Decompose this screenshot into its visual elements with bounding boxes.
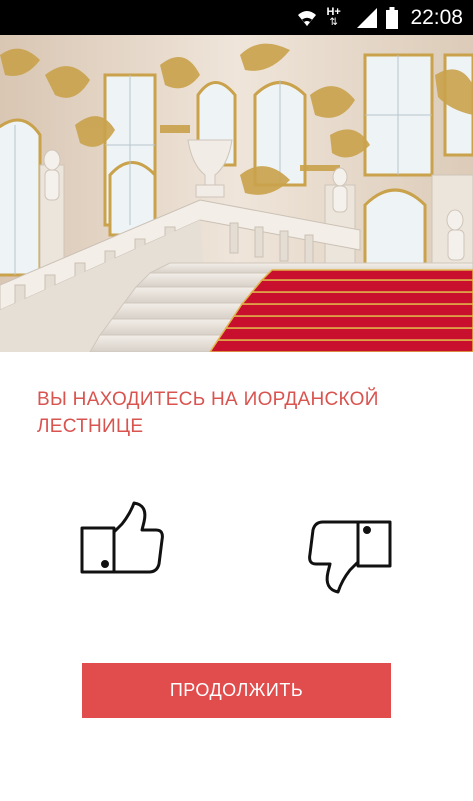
location-title: ВЫ НАХОДИТЕСЬ НА ИОРДАНСКОЙ ЛЕСТНИЦЕ [37, 389, 379, 437]
signal-icon [357, 7, 378, 28]
continue-button[interactable]: ПРОДОЛЖИТЬ [82, 663, 391, 718]
wifi-icon [298, 10, 317, 26]
thumbs-up-icon [80, 501, 164, 574]
hero-image [0, 35, 473, 352]
dislike-button[interactable] [306, 516, 394, 596]
battery-icon [386, 6, 399, 29]
data-arrows-icon: ⇅ [329, 16, 338, 28]
thumbs-down-icon [308, 520, 392, 594]
status-time: 22:08 [410, 5, 463, 29]
network-type-label: H+ [326, 5, 341, 18]
status-icons: H+ ⇅ 22:08 [296, 0, 463, 35]
like-button[interactable] [80, 500, 166, 578]
status-bar: H+ ⇅ 22:08 [0, 0, 473, 35]
mobile-data-icon: H+ ⇅ [326, 5, 348, 31]
